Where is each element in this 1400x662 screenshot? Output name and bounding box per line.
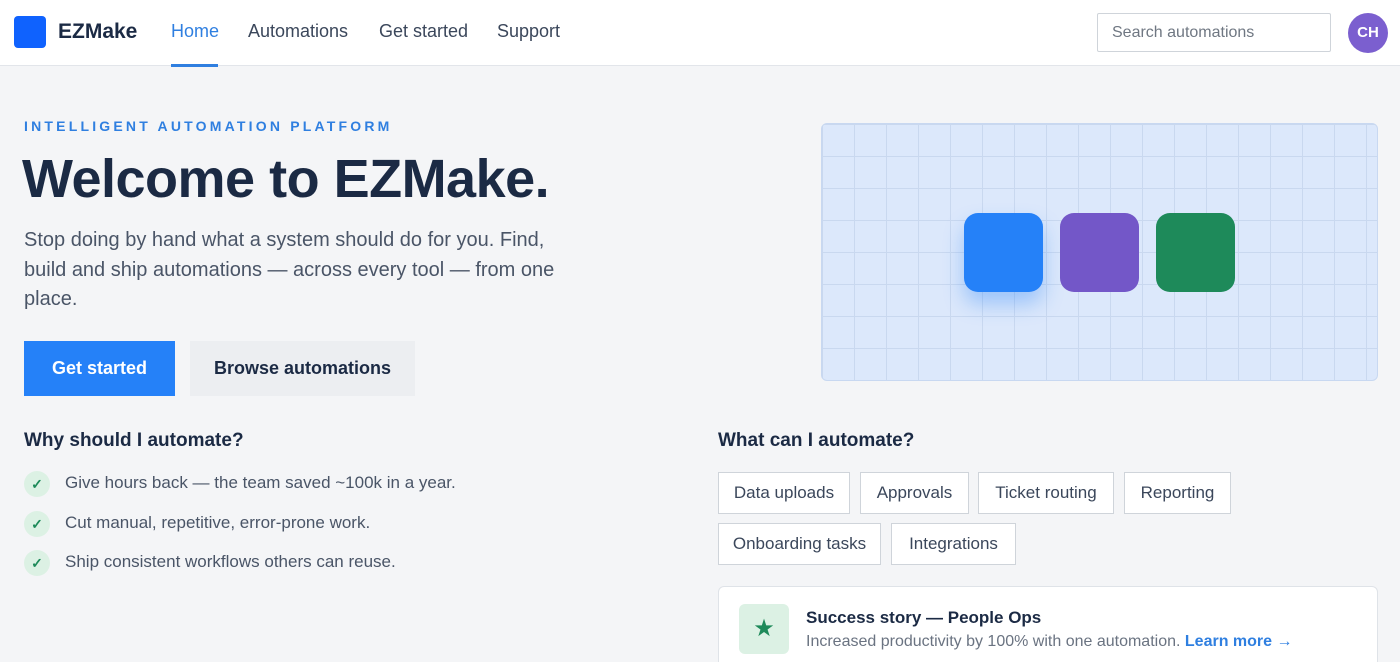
hero-illustration — [821, 123, 1378, 381]
star-icon: ★ — [739, 604, 789, 654]
illustration-tile-purple — [1060, 213, 1139, 292]
benefit-text: Ship consistent workflows others can reu… — [65, 552, 396, 571]
learn-more-link[interactable]: Learn more → — [1185, 633, 1293, 650]
tag-ticket-routing[interactable]: Ticket routing — [978, 472, 1114, 514]
success-story-title: Success story — People Ops — [806, 608, 1042, 627]
active-nav-indicator — [171, 64, 218, 67]
nav-home[interactable]: Home — [171, 21, 219, 42]
illustration-tile-blue — [964, 213, 1043, 292]
benefit-text: Give hours back — the team saved ~100k i… — [65, 473, 456, 492]
nav-get-started[interactable]: Get started — [379, 21, 468, 42]
success-story-description: Increased productivity by 100% with one … — [806, 633, 1292, 651]
nav-automations[interactable]: Automations — [248, 21, 348, 42]
search-input[interactable] — [1097, 13, 1331, 52]
success-story-card: ★ Success story — People Ops Increased p… — [718, 586, 1378, 662]
top-navigation-bar: EZMake Home Automations Get started Supp… — [0, 0, 1400, 67]
page-title: Welcome to EZMake. — [22, 149, 550, 209]
hero-subtitle: Stop doing by hand what a system should … — [24, 229, 555, 310]
tag-approvals[interactable]: Approvals — [860, 472, 969, 514]
nav-support[interactable]: Support — [497, 21, 560, 42]
why-automate-heading: Why should I automate? — [24, 430, 244, 451]
checkmark-icon: ✓ — [24, 511, 50, 537]
tag-integrations[interactable]: Integrations — [891, 523, 1016, 565]
user-avatar[interactable]: CH — [1348, 13, 1388, 53]
tag-data-uploads[interactable]: Data uploads — [718, 472, 850, 514]
what-automate-heading: What can I automate? — [718, 430, 915, 451]
ezmake-logo-icon[interactable] — [14, 16, 46, 48]
benefit-text: Cut manual, repetitive, error-prone work… — [65, 513, 371, 532]
browse-automations-button[interactable]: Browse automations — [190, 341, 415, 396]
get-started-button[interactable]: Get started — [24, 341, 175, 396]
checkmark-icon: ✓ — [24, 471, 50, 497]
brand-name[interactable]: EZMake — [58, 20, 137, 44]
checkmark-icon: ✓ — [24, 550, 50, 576]
illustration-tile-green — [1156, 213, 1235, 292]
success-story-text: Increased productivity by 100% with one … — [806, 633, 1181, 650]
tag-reporting[interactable]: Reporting — [1124, 472, 1231, 514]
tag-onboarding-tasks[interactable]: Onboarding tasks — [718, 523, 881, 565]
hero-eyebrow: INTELLIGENT AUTOMATION PLATFORM — [24, 118, 393, 134]
